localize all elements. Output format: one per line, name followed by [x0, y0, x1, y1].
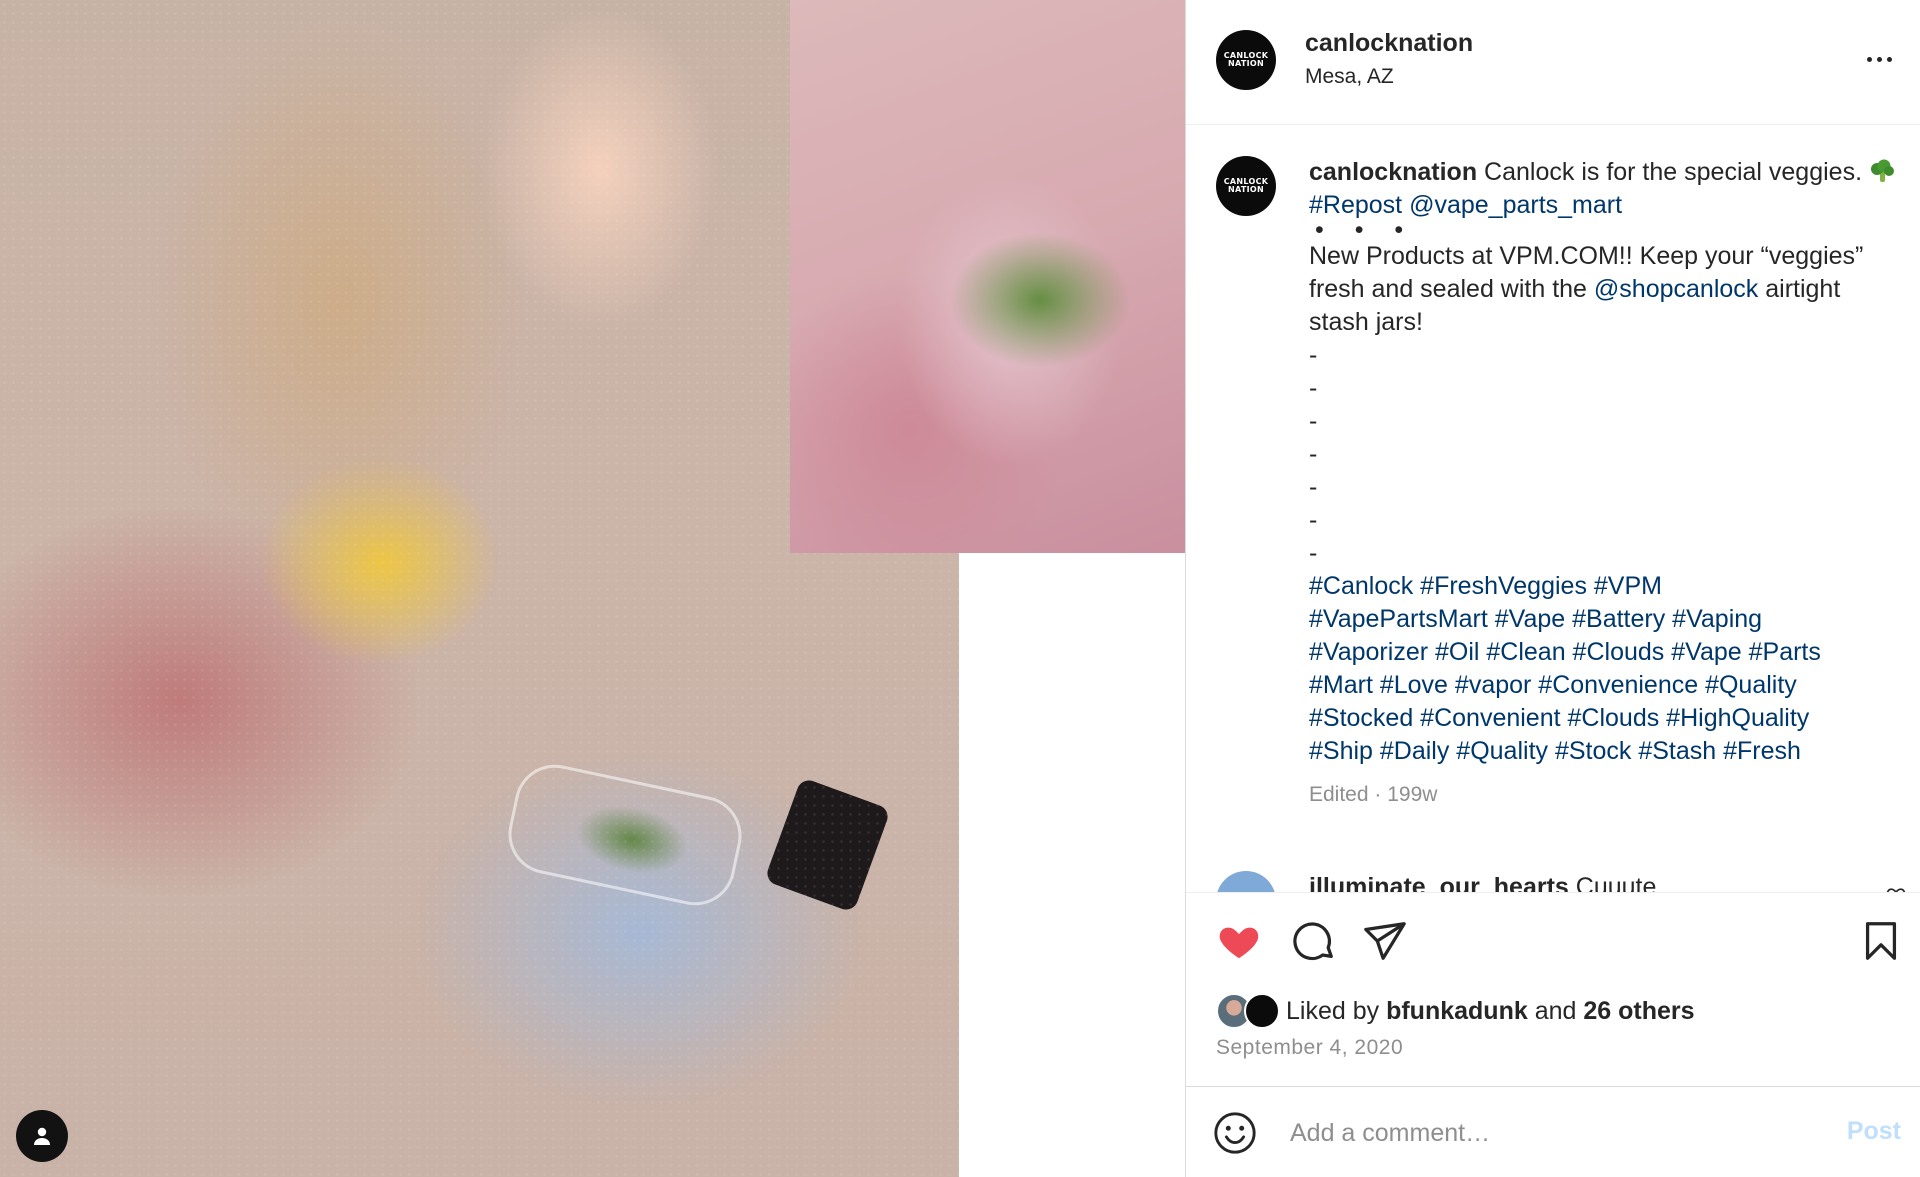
shop-mention[interactable]: @shopcanlock — [1594, 275, 1758, 303]
liked-by-row[interactable]: Liked by bfunkadunk and 26 others — [1216, 993, 1695, 1029]
hashtag-line[interactable]: #Stocked #Convenient #Clouds #HighQualit… — [1309, 702, 1899, 735]
broccoli-emoji-icon — [1870, 159, 1894, 182]
user-tag-button[interactable] — [16, 1110, 68, 1162]
caption-dash: - — [1309, 341, 1318, 369]
post-actions: Liked by bfunkadunk and 26 others Septem… — [1186, 892, 1920, 1087]
more-options-button[interactable] — [1857, 44, 1901, 74]
caption-dash: - — [1309, 407, 1318, 435]
first-liker-username[interactable]: bfunkadunk — [1386, 997, 1528, 1025]
comment-input[interactable] — [1290, 1109, 1810, 1157]
post-caption: canlocknation Canlock is for the special… — [1309, 156, 1899, 811]
hashtag-line[interactable]: #Canlock #FreshVeggies #VPM — [1309, 570, 1899, 603]
paper-plane-icon — [1364, 922, 1406, 960]
stash-jar-image — [501, 757, 749, 913]
liked-by-and: and — [1534, 996, 1577, 1025]
caption-dash: - — [1309, 473, 1318, 501]
hashtag-line[interactable]: #VapePartsMart #Vape #Battery #Vaping — [1309, 603, 1899, 636]
heart-filled-icon — [1219, 927, 1259, 959]
hashtag-line[interactable]: #Vaporizer #Oil #Clean #Clouds #Vape #Pa… — [1309, 636, 1899, 669]
comment-button[interactable] — [1288, 915, 1340, 967]
comment-item: illuminate_our_hearts Cuuute — [1216, 871, 1906, 892]
post-side-panel: CANLOCK NATION canlocknation Mesa, AZ CA… — [1185, 0, 1920, 1177]
comments-section[interactable]: CANLOCK NATION canlocknation Canlock is … — [1186, 126, 1920, 892]
canlock-logo: CANLOCK NATION — [1223, 51, 1269, 68]
commenter-avatar[interactable] — [1216, 871, 1276, 892]
post-media[interactable] — [0, 0, 1185, 1177]
post-date[interactable]: September 4, 2020 — [1216, 1036, 1403, 1060]
post-location[interactable]: Mesa, AZ — [1305, 65, 1394, 89]
liker-avatars — [1216, 993, 1286, 1029]
bookmark-icon — [1865, 922, 1897, 960]
caption-username[interactable]: canlocknation — [1309, 158, 1477, 186]
author-avatar[interactable]: CANLOCK NATION — [1216, 30, 1276, 90]
commenter-username[interactable]: illuminate_our_hearts — [1309, 873, 1569, 892]
like-button[interactable] — [1213, 915, 1265, 967]
repost-hashtag[interactable]: #Repost — [1309, 191, 1402, 219]
canlock-logo: CANLOCK NATION — [1223, 177, 1269, 194]
caption-author-avatar[interactable]: CANLOCK NATION — [1216, 156, 1276, 216]
other-likes-count[interactable]: 26 others — [1583, 997, 1694, 1025]
smiley-icon[interactable] — [1212, 1110, 1258, 1156]
author-username[interactable]: canlocknation — [1305, 29, 1473, 58]
caption-dash: - — [1309, 506, 1318, 534]
jar-lid-image — [764, 777, 891, 913]
caption-meta: Edited · 199w — [1309, 783, 1438, 806]
caption-line1: Canlock is for the special veggies. — [1484, 158, 1863, 186]
add-comment-bar: Post — [1186, 1087, 1920, 1177]
caption-dash: - — [1309, 440, 1318, 468]
post-comment-button[interactable]: Post — [1847, 1117, 1901, 1146]
comment-body: Cuuute — [1575, 873, 1657, 892]
comment-bubble-icon — [1293, 922, 1333, 961]
comment-text: illuminate_our_hearts Cuuute — [1309, 873, 1656, 892]
liked-by-text: Liked by bfunkadunk and 26 others — [1286, 997, 1695, 1026]
repost-mention[interactable]: @vape_parts_mart — [1409, 191, 1622, 219]
post-header: CANLOCK NATION canlocknation Mesa, AZ — [1186, 0, 1920, 125]
liked-by-prefix: Liked by — [1286, 996, 1380, 1025]
liker-avatar — [1244, 993, 1280, 1029]
comment-like-icon[interactable] — [1886, 885, 1906, 892]
caption-dots: • • • — [1315, 216, 1416, 244]
person-icon — [34, 1127, 50, 1145]
post-photo-inset — [790, 0, 1185, 553]
caption-dash: - — [1309, 539, 1318, 567]
hashtag-line[interactable]: #Ship #Daily #Quality #Stock #Stash #Fre… — [1309, 735, 1899, 768]
share-button[interactable] — [1359, 915, 1411, 967]
hashtag-line[interactable]: #Mart #Love #vapor #Convenience #Quality — [1309, 669, 1899, 702]
save-button[interactable] — [1855, 915, 1907, 967]
ellipsis-icon — [1866, 56, 1872, 62]
caption-dash: - — [1309, 374, 1318, 402]
